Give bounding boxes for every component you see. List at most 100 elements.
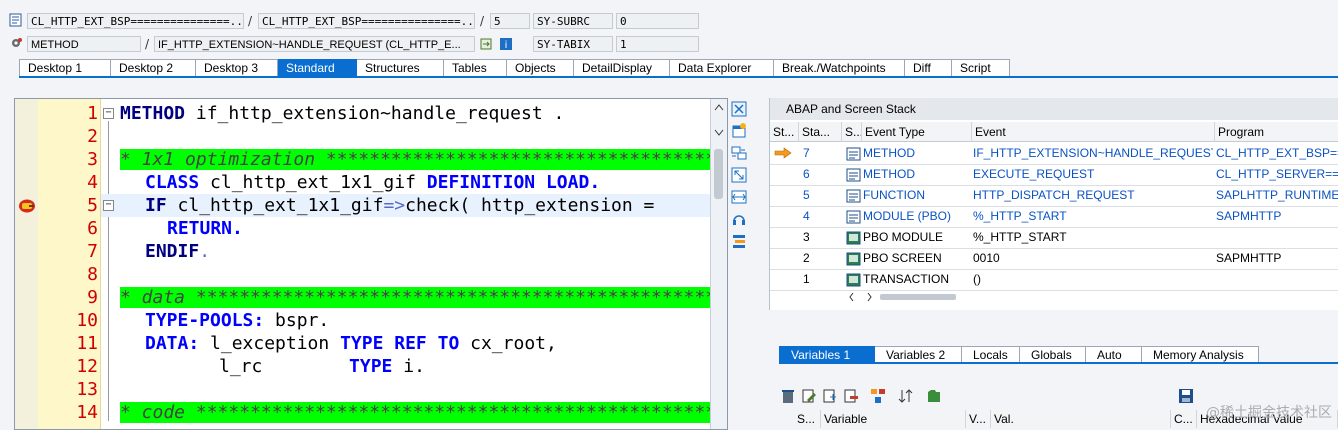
svg-text:i: i — [505, 40, 508, 51]
tab-tables[interactable]: Tables — [444, 59, 507, 76]
tab-breakpoints[interactable]: Break./Watchpoints — [774, 59, 905, 76]
column-header[interactable]: Val. — [991, 410, 1171, 428]
stack-program — [1216, 227, 1338, 248]
code-line-14: 14 * code ******************************… — [15, 401, 727, 424]
keyword: DATA: — [145, 333, 200, 354]
stack-level: 4 — [803, 209, 810, 223]
new-window-icon[interactable] — [730, 122, 748, 140]
maximize-icon[interactable] — [730, 166, 748, 184]
tools-icon[interactable] — [730, 232, 748, 250]
tab-standard[interactable]: Standard — [278, 59, 357, 76]
stack-event: () — [973, 272, 981, 286]
stack-row[interactable]: 6 METHOD EXECUTE_REQUEST CL_HTTP_SERVER=== — [770, 164, 1338, 186]
line-number: 7 — [87, 241, 98, 262]
source-editor[interactable]: 1 − METHOD if_http_extension~handle_requ… — [14, 98, 728, 430]
tab-structures[interactable]: Structures — [357, 59, 444, 76]
scroll-down-icon[interactable] — [714, 129, 724, 137]
open-folder-icon[interactable] — [925, 387, 943, 405]
collapse-icon[interactable]: − — [103, 200, 114, 211]
tab-locals[interactable]: Locals — [962, 346, 1020, 363]
stack-level: 2 — [803, 251, 810, 265]
tab-diff[interactable]: Diff — [905, 59, 952, 76]
tab-detaildisplay[interactable]: DetailDisplay — [574, 59, 670, 76]
stack-event-type: PBO SCREEN — [863, 251, 942, 265]
code-line-13: 13 — [15, 378, 711, 401]
remove-row-icon[interactable] — [842, 387, 860, 405]
delete-icon[interactable] — [779, 387, 797, 405]
headset-icon[interactable] — [730, 210, 748, 228]
column-header[interactable]: S... — [842, 122, 862, 142]
sysfield-name-2[interactable]: SY-TABIX — [533, 36, 613, 52]
code-text: l_rc — [219, 356, 350, 377]
column-header[interactable]: S... — [794, 410, 821, 428]
navigate-icon[interactable] — [479, 37, 493, 51]
separator: / — [480, 14, 485, 28]
stack-row[interactable]: 7 METHOD IF_HTTP_EXTENSION~HANDLE_REQUEST C… — [770, 143, 1338, 165]
collapse-icon[interactable]: − — [103, 108, 114, 119]
column-header[interactable]: Variable — [821, 410, 966, 428]
stack-pane: ABAP and Screen Stack St... Sta... S... … — [769, 98, 1338, 310]
code-text: check — [405, 195, 460, 216]
stack-event: 0010 — [973, 251, 1000, 265]
tree-icon[interactable] — [869, 387, 887, 405]
tab-data-explorer[interactable]: Data Explorer — [670, 59, 774, 76]
column-header[interactable]: St... — [770, 122, 799, 142]
stack-event: %_HTTP_START — [973, 230, 1067, 244]
column-header[interactable]: Sta... — [799, 122, 842, 142]
stack-row[interactable]: 4 MODULE (PBO) %_HTTP_START SAPMHTTP — [770, 206, 1338, 228]
swap-icon[interactable] — [730, 144, 748, 162]
tab-auto[interactable]: Auto — [1086, 346, 1142, 363]
stack-row[interactable]: 2 PBO SCREEN 0010 SAPMHTTP — [770, 248, 1338, 270]
column-header[interactable]: Event — [972, 122, 1215, 142]
code-text: bspr. — [264, 310, 330, 331]
stack-event: EXECUTE_REQUEST — [973, 167, 1095, 181]
column-header[interactable]: Event Type — [862, 122, 972, 142]
stack-row[interactable]: 1 TRANSACTION () — [770, 269, 1338, 291]
tab-desktop-1[interactable]: Desktop 1 — [19, 59, 111, 76]
line-number: 3 — [87, 149, 98, 170]
line-number: 12 — [76, 356, 98, 377]
editor-scrollbar[interactable] — [710, 99, 727, 429]
stack-row[interactable]: 5 FUNCTION HTTP_DISPATCH_REQUEST SAPLHTTP_R… — [770, 185, 1338, 207]
tab-desktop-3[interactable]: Desktop 3 — [196, 59, 278, 76]
scroll-up-icon[interactable] — [714, 103, 724, 111]
tab-memory-analysis[interactable]: Memory Analysis — [1142, 346, 1259, 363]
column-header[interactable]: Program — [1215, 122, 1338, 142]
code-text: l_exception — [199, 333, 341, 354]
code-line-11: 11 DATA: l_exception TYPE REF TO cx_root… — [15, 332, 711, 355]
stack-row[interactable]: 3 PBO MODULE %_HTTP_START — [770, 227, 1338, 249]
line-number: 10 — [76, 310, 98, 331]
sysfield-name-1[interactable]: SY-SUBRC — [533, 13, 613, 29]
tab-objects[interactable]: Objects — [507, 59, 574, 76]
current-arrow-icon — [774, 147, 792, 159]
tab-variables-1[interactable]: Variables 1 — [779, 346, 875, 363]
screen-icon — [846, 252, 861, 266]
tab-script[interactable]: Script — [952, 59, 1010, 76]
column-header[interactable]: V... — [966, 410, 991, 428]
comment: * data *********************************… — [120, 287, 727, 308]
horizontal-scrollbar[interactable] — [846, 290, 996, 304]
save-icon[interactable] — [1177, 387, 1195, 405]
tab-desktop-2[interactable]: Desktop 2 — [111, 59, 196, 76]
scroll-thumb[interactable] — [714, 149, 723, 199]
code-line-9: 9 * data *******************************… — [15, 286, 727, 309]
code-line-8: 8 — [15, 263, 711, 286]
split-icon[interactable] — [730, 188, 748, 206]
column-header[interactable]: C... — [1171, 410, 1197, 428]
close-editor-icon[interactable] — [730, 100, 748, 118]
tab-globals[interactable]: Globals — [1020, 346, 1086, 363]
page-icon[interactable] — [821, 387, 839, 405]
info-icon[interactable]: i — [499, 37, 513, 51]
edit-icon[interactable] — [800, 387, 818, 405]
keyword: RETURN. — [167, 218, 243, 239]
stack-event: IF_HTTP_EXTENSION~HANDLE_REQUEST — [973, 146, 1213, 160]
code-text: cl_http_ext_1x1_gif — [166, 195, 384, 216]
line-number: 14 — [76, 402, 98, 423]
code-line-4: 4 CLASS cl_http_ext_1x1_gif DEFINITION L… — [15, 171, 711, 194]
stack-event: %_HTTP_START — [973, 209, 1067, 223]
stack-event: HTTP_DISPATCH_REQUEST — [973, 188, 1135, 202]
tab-variables-2[interactable]: Variables 2 — [875, 346, 962, 363]
sort-icon[interactable] — [897, 387, 915, 405]
stack-event-type: FUNCTION — [863, 188, 925, 202]
gear-icon — [12, 38, 22, 47]
